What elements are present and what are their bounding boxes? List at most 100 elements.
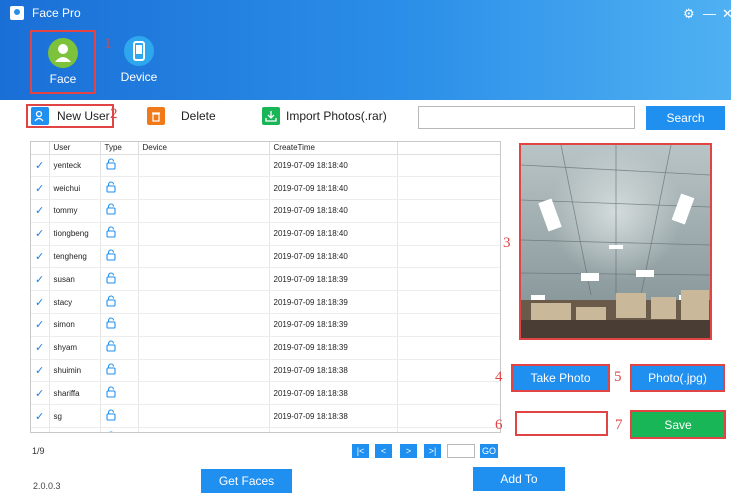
cell-type (100, 176, 139, 201)
cell-user: sg (49, 404, 101, 429)
cell-createtime: 2019-07-09 18:18:38 (269, 381, 398, 406)
table-row[interactable]: ✓ stacy 2019-07-09 18:18:39 (31, 290, 500, 315)
cell-user: tommy (49, 199, 101, 223)
cell-device (138, 359, 270, 383)
save-button[interactable]: Save (630, 410, 726, 439)
new-user-button[interactable]: New User (26, 104, 114, 128)
take-photo-button[interactable]: Take Photo (511, 364, 610, 392)
page-number-input[interactable] (447, 444, 475, 458)
trash-icon (147, 107, 165, 125)
tab-face[interactable]: Face (30, 30, 96, 94)
unlock-icon (105, 317, 117, 332)
table-row[interactable]: ✓pierre1 2019-07-09 18:18:38 (31, 427, 500, 432)
cell-type (100, 381, 139, 406)
tab-device[interactable]: Device (106, 30, 172, 94)
prev-page-button[interactable]: < (375, 444, 392, 458)
cell-createtime: 2019-07-09 18:18:40 (269, 154, 398, 178)
close-button[interactable]: ✕ (722, 6, 731, 22)
unlock-icon (105, 295, 117, 310)
go-button[interactable]: GO (480, 444, 498, 458)
cell-spacer (397, 404, 500, 429)
table-row[interactable]: ✓ shyam 2019-07-09 18:18:39 (31, 336, 500, 360)
cell-createtime: 2019-07-09 18:18:40 (269, 176, 398, 201)
tab-face-label: Face (49, 72, 77, 86)
table-row[interactable]: ✓ tommy 2019-07-09 18:18:40 (31, 199, 500, 223)
photo-jpg-button[interactable]: Photo(.jpg) (630, 364, 725, 392)
import-photos-button[interactable]: Import Photos(.rar) (262, 104, 387, 128)
cell-user: simon (49, 313, 101, 337)
annotation-6: 6 (495, 417, 503, 433)
table-row[interactable]: ✓ tiongbeng 2019-07-09 18:18:40 (31, 222, 500, 246)
version-label: 2.0.0.3 (33, 481, 61, 491)
row-checkbox[interactable]: ✓ (31, 359, 50, 383)
tab-device-label: Device (120, 70, 158, 84)
cell-device (138, 336, 270, 360)
row-checkbox[interactable]: ✓ (31, 381, 50, 406)
row-checkbox[interactable]: ✓ (31, 404, 50, 429)
unlock-icon (105, 363, 117, 378)
first-page-button[interactable]: |< (352, 444, 369, 458)
column-header-spacer (397, 142, 500, 155)
add-to-button[interactable]: Add To (473, 467, 565, 491)
search-button[interactable]: Search (646, 106, 725, 130)
row-checkbox[interactable]: ✓ (31, 427, 50, 432)
annotation-7: 7 (615, 417, 623, 433)
search-input[interactable] (418, 106, 635, 129)
table-row[interactable]: ✓ sg 2019-07-09 18:18:38 (31, 404, 500, 429)
title-bar: Face Pro ⚙ — ✕ Face 1 Device (0, 0, 731, 100)
table-row[interactable]: ✓ susan 2019-07-09 18:18:39 (31, 267, 500, 292)
last-page-button[interactable]: >| (424, 444, 441, 458)
unlock-icon (105, 226, 117, 241)
delete-button[interactable]: Delete (147, 104, 216, 128)
download-icon (262, 107, 280, 125)
cell-spacer (397, 267, 500, 292)
unlock-icon (105, 409, 117, 424)
table-row[interactable]: ✓ simon 2019-07-09 18:18:39 (31, 313, 500, 337)
row-checkbox[interactable]: ✓ (31, 199, 50, 223)
cell-spacer (397, 176, 500, 201)
cell-createtime: 2019-07-09 18:18:40 (269, 222, 398, 246)
settings-icon[interactable]: ⚙ (683, 6, 695, 22)
row-checkbox[interactable]: ✓ (31, 222, 50, 246)
table-row[interactable]: ✓ yenteck 2019-07-09 18:18:40 (31, 154, 500, 178)
row-checkbox[interactable]: ✓ (31, 336, 50, 360)
minimize-button[interactable]: — (703, 6, 716, 21)
row-checkbox[interactable]: ✓ (31, 245, 50, 269)
checkmark-icon: ✓ (35, 410, 45, 423)
device-icon (124, 36, 154, 66)
table-row[interactable]: ✓ tengheng 2019-07-09 18:18:40 (31, 245, 500, 269)
camera-feed-image (521, 145, 710, 338)
next-page-button[interactable]: > (400, 444, 417, 458)
cell-type (100, 404, 139, 429)
cell-spacer (397, 222, 500, 246)
cell-device (138, 199, 270, 223)
get-faces-button[interactable]: Get Faces (201, 469, 292, 493)
checkmark-icon: ✓ (35, 296, 45, 309)
name-input[interactable] (515, 411, 608, 436)
table-row[interactable]: ✓ weichui 2019-07-09 18:18:40 (31, 176, 500, 201)
row-checkbox[interactable]: ✓ (31, 290, 50, 315)
app-logo-icon (10, 6, 24, 20)
cell-spacer (397, 427, 500, 432)
row-checkbox[interactable]: ✓ (31, 154, 50, 178)
cell-spacer (397, 245, 500, 269)
cell-type (100, 336, 139, 360)
cell-createtime: 2019-07-09 18:18:39 (269, 267, 398, 292)
cell-createtime: 2019-07-09 18:18:38 (269, 359, 398, 383)
cell-device (138, 290, 270, 315)
row-checkbox[interactable]: ✓ (31, 313, 50, 337)
row-checkbox[interactable]: ✓ (31, 267, 50, 292)
cell-spacer (397, 336, 500, 360)
cell-type (100, 313, 139, 337)
row-checkbox[interactable]: ✓ (31, 176, 50, 201)
cell-device (138, 222, 270, 246)
cell-spacer (397, 313, 500, 337)
add-user-icon (31, 107, 49, 125)
table-row[interactable]: ✓ shuimin 2019-07-09 18:18:38 (31, 359, 500, 383)
annotation-3: 3 (503, 235, 511, 251)
cell-createtime: 2019-07-09 18:18:38 (269, 427, 398, 432)
cell-device (138, 154, 270, 178)
column-header-user: User (49, 142, 101, 155)
table-row[interactable]: ✓ shariffa 2019-07-09 18:18:38 (31, 381, 500, 406)
cell-type (100, 245, 139, 269)
